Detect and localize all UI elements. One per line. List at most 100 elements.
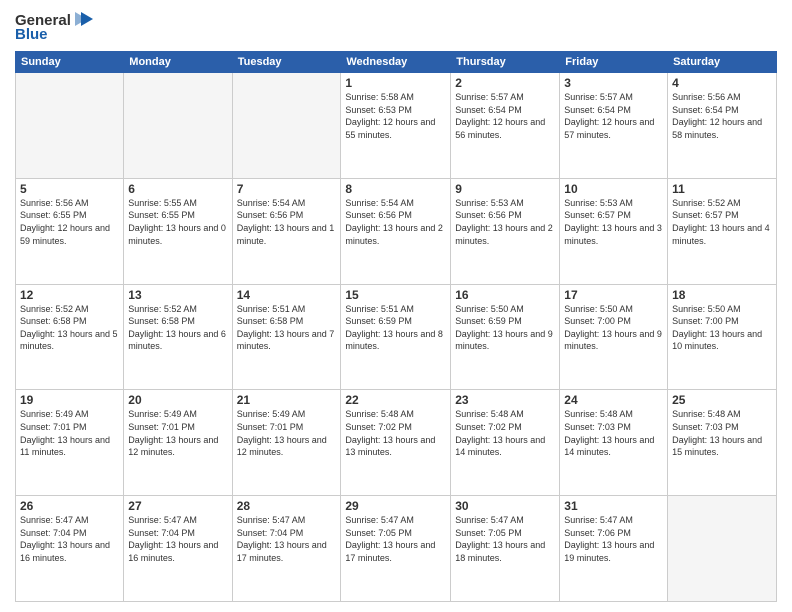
day-cell: 23Sunrise: 5:48 AMSunset: 7:02 PMDayligh…	[451, 390, 560, 496]
day-number: 4	[672, 76, 772, 90]
week-row-4: 19Sunrise: 5:49 AMSunset: 7:01 PMDayligh…	[16, 390, 777, 496]
day-info: Sunrise: 5:57 AMSunset: 6:54 PMDaylight:…	[564, 91, 663, 141]
day-info: Sunrise: 5:47 AMSunset: 7:06 PMDaylight:…	[564, 514, 663, 564]
column-header-saturday: Saturday	[668, 52, 777, 73]
day-info: Sunrise: 5:49 AMSunset: 7:01 PMDaylight:…	[237, 408, 337, 458]
day-cell	[16, 73, 124, 179]
day-info: Sunrise: 5:47 AMSunset: 7:04 PMDaylight:…	[237, 514, 337, 564]
column-header-friday: Friday	[560, 52, 668, 73]
day-cell: 1Sunrise: 5:58 AMSunset: 6:53 PMDaylight…	[341, 73, 451, 179]
day-number: 8	[345, 182, 446, 196]
day-number: 15	[345, 288, 446, 302]
week-row-2: 5Sunrise: 5:56 AMSunset: 6:55 PMDaylight…	[16, 178, 777, 284]
day-cell: 3Sunrise: 5:57 AMSunset: 6:54 PMDaylight…	[560, 73, 668, 179]
day-info: Sunrise: 5:53 AMSunset: 6:56 PMDaylight:…	[455, 197, 555, 247]
day-info: Sunrise: 5:48 AMSunset: 7:02 PMDaylight:…	[345, 408, 446, 458]
column-header-monday: Monday	[124, 52, 232, 73]
day-info: Sunrise: 5:50 AMSunset: 6:59 PMDaylight:…	[455, 303, 555, 353]
day-info: Sunrise: 5:50 AMSunset: 7:00 PMDaylight:…	[564, 303, 663, 353]
day-number: 1	[345, 76, 446, 90]
day-cell: 30Sunrise: 5:47 AMSunset: 7:05 PMDayligh…	[451, 496, 560, 602]
header-row: SundayMondayTuesdayWednesdayThursdayFrid…	[16, 52, 777, 73]
day-cell: 7Sunrise: 5:54 AMSunset: 6:56 PMDaylight…	[232, 178, 341, 284]
day-cell: 27Sunrise: 5:47 AMSunset: 7:04 PMDayligh…	[124, 496, 232, 602]
day-number: 5	[20, 182, 119, 196]
day-number: 26	[20, 499, 119, 513]
day-number: 12	[20, 288, 119, 302]
day-info: Sunrise: 5:47 AMSunset: 7:05 PMDaylight:…	[455, 514, 555, 564]
day-number: 13	[128, 288, 227, 302]
column-header-thursday: Thursday	[451, 52, 560, 73]
day-info: Sunrise: 5:52 AMSunset: 6:58 PMDaylight:…	[128, 303, 227, 353]
day-cell	[232, 73, 341, 179]
week-row-5: 26Sunrise: 5:47 AMSunset: 7:04 PMDayligh…	[16, 496, 777, 602]
day-cell: 28Sunrise: 5:47 AMSunset: 7:04 PMDayligh…	[232, 496, 341, 602]
logo: General Blue	[15, 10, 95, 43]
week-row-1: 1Sunrise: 5:58 AMSunset: 6:53 PMDaylight…	[16, 73, 777, 179]
day-number: 10	[564, 182, 663, 196]
logo-icon	[73, 8, 95, 30]
day-cell: 26Sunrise: 5:47 AMSunset: 7:04 PMDayligh…	[16, 496, 124, 602]
day-info: Sunrise: 5:47 AMSunset: 7:04 PMDaylight:…	[20, 514, 119, 564]
column-header-sunday: Sunday	[16, 52, 124, 73]
day-number: 30	[455, 499, 555, 513]
day-info: Sunrise: 5:51 AMSunset: 6:59 PMDaylight:…	[345, 303, 446, 353]
day-number: 7	[237, 182, 337, 196]
day-cell: 22Sunrise: 5:48 AMSunset: 7:02 PMDayligh…	[341, 390, 451, 496]
day-info: Sunrise: 5:56 AMSunset: 6:54 PMDaylight:…	[672, 91, 772, 141]
day-info: Sunrise: 5:51 AMSunset: 6:58 PMDaylight:…	[237, 303, 337, 353]
day-number: 17	[564, 288, 663, 302]
day-number: 6	[128, 182, 227, 196]
day-number: 9	[455, 182, 555, 196]
day-cell: 6Sunrise: 5:55 AMSunset: 6:55 PMDaylight…	[124, 178, 232, 284]
day-number: 23	[455, 393, 555, 407]
day-cell: 21Sunrise: 5:49 AMSunset: 7:01 PMDayligh…	[232, 390, 341, 496]
day-cell: 24Sunrise: 5:48 AMSunset: 7:03 PMDayligh…	[560, 390, 668, 496]
day-cell: 12Sunrise: 5:52 AMSunset: 6:58 PMDayligh…	[16, 284, 124, 390]
day-cell: 10Sunrise: 5:53 AMSunset: 6:57 PMDayligh…	[560, 178, 668, 284]
day-info: Sunrise: 5:47 AMSunset: 7:05 PMDaylight:…	[345, 514, 446, 564]
day-info: Sunrise: 5:54 AMSunset: 6:56 PMDaylight:…	[237, 197, 337, 247]
day-cell	[124, 73, 232, 179]
day-number: 31	[564, 499, 663, 513]
day-cell: 31Sunrise: 5:47 AMSunset: 7:06 PMDayligh…	[560, 496, 668, 602]
day-info: Sunrise: 5:52 AMSunset: 6:58 PMDaylight:…	[20, 303, 119, 353]
day-number: 22	[345, 393, 446, 407]
week-row-3: 12Sunrise: 5:52 AMSunset: 6:58 PMDayligh…	[16, 284, 777, 390]
day-number: 14	[237, 288, 337, 302]
day-info: Sunrise: 5:49 AMSunset: 7:01 PMDaylight:…	[20, 408, 119, 458]
day-number: 11	[672, 182, 772, 196]
day-info: Sunrise: 5:47 AMSunset: 7:04 PMDaylight:…	[128, 514, 227, 564]
header: General Blue	[15, 10, 777, 43]
day-info: Sunrise: 5:58 AMSunset: 6:53 PMDaylight:…	[345, 91, 446, 141]
day-cell: 9Sunrise: 5:53 AMSunset: 6:56 PMDaylight…	[451, 178, 560, 284]
day-cell: 16Sunrise: 5:50 AMSunset: 6:59 PMDayligh…	[451, 284, 560, 390]
day-number: 25	[672, 393, 772, 407]
day-info: Sunrise: 5:52 AMSunset: 6:57 PMDaylight:…	[672, 197, 772, 247]
day-info: Sunrise: 5:48 AMSunset: 7:02 PMDaylight:…	[455, 408, 555, 458]
logo-blue: Blue	[15, 26, 48, 43]
day-number: 3	[564, 76, 663, 90]
day-info: Sunrise: 5:53 AMSunset: 6:57 PMDaylight:…	[564, 197, 663, 247]
day-info: Sunrise: 5:50 AMSunset: 7:00 PMDaylight:…	[672, 303, 772, 353]
day-number: 18	[672, 288, 772, 302]
day-number: 20	[128, 393, 227, 407]
day-info: Sunrise: 5:49 AMSunset: 7:01 PMDaylight:…	[128, 408, 227, 458]
day-cell	[668, 496, 777, 602]
day-cell: 15Sunrise: 5:51 AMSunset: 6:59 PMDayligh…	[341, 284, 451, 390]
day-cell: 29Sunrise: 5:47 AMSunset: 7:05 PMDayligh…	[341, 496, 451, 602]
day-number: 24	[564, 393, 663, 407]
day-cell: 8Sunrise: 5:54 AMSunset: 6:56 PMDaylight…	[341, 178, 451, 284]
day-cell: 18Sunrise: 5:50 AMSunset: 7:00 PMDayligh…	[668, 284, 777, 390]
day-number: 19	[20, 393, 119, 407]
day-cell: 14Sunrise: 5:51 AMSunset: 6:58 PMDayligh…	[232, 284, 341, 390]
day-cell: 20Sunrise: 5:49 AMSunset: 7:01 PMDayligh…	[124, 390, 232, 496]
day-cell: 4Sunrise: 5:56 AMSunset: 6:54 PMDaylight…	[668, 73, 777, 179]
day-cell: 5Sunrise: 5:56 AMSunset: 6:55 PMDaylight…	[16, 178, 124, 284]
day-cell: 13Sunrise: 5:52 AMSunset: 6:58 PMDayligh…	[124, 284, 232, 390]
day-cell: 17Sunrise: 5:50 AMSunset: 7:00 PMDayligh…	[560, 284, 668, 390]
page: General Blue SundayMondayTuesdayWednesda…	[0, 0, 792, 612]
day-number: 29	[345, 499, 446, 513]
day-info: Sunrise: 5:56 AMSunset: 6:55 PMDaylight:…	[20, 197, 119, 247]
day-info: Sunrise: 5:55 AMSunset: 6:55 PMDaylight:…	[128, 197, 227, 247]
